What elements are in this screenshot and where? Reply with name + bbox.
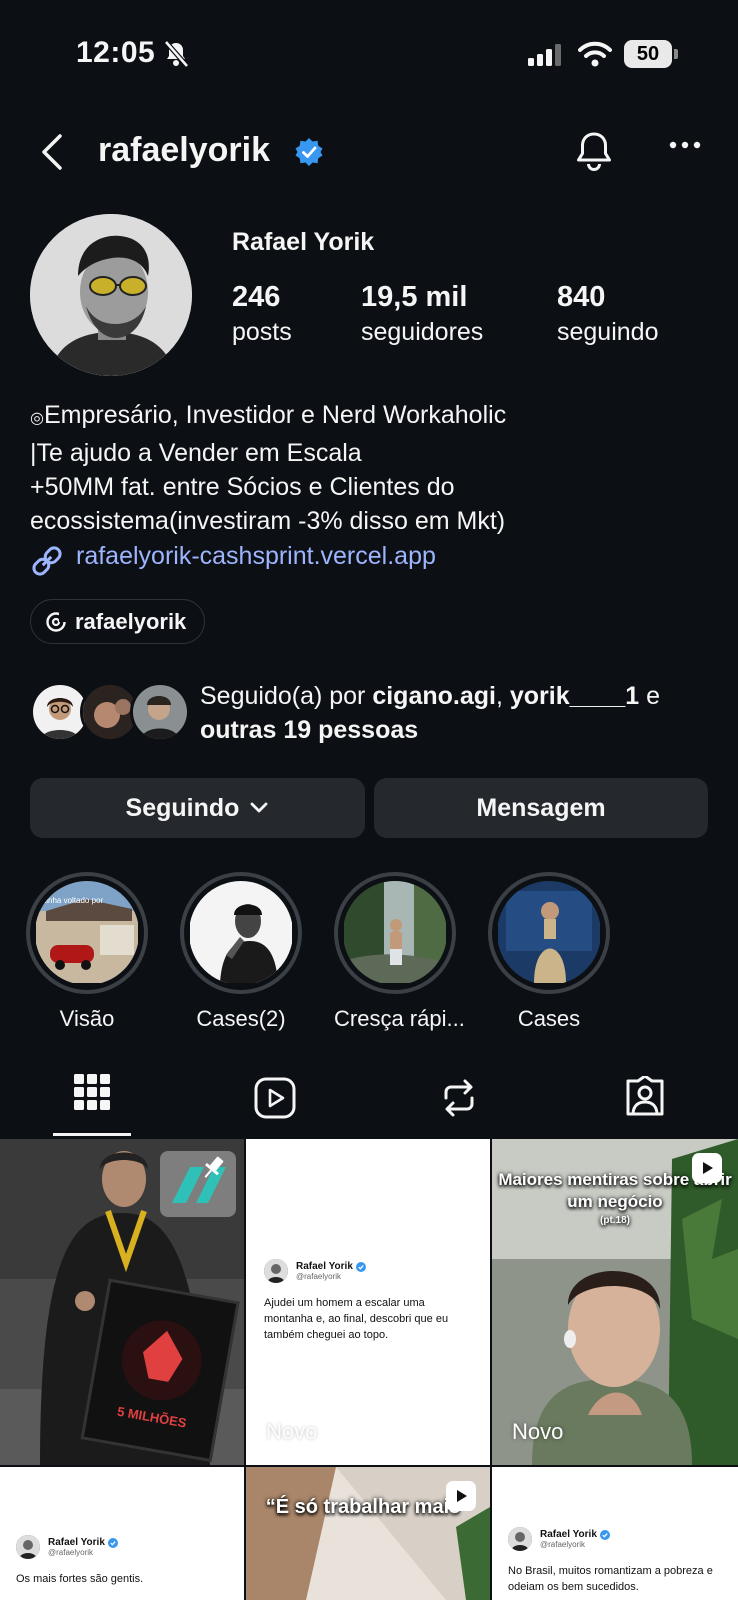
post-tweet-montanha[interactable]: Rafael Yorik @rafaelyorik Ajudei um home…: [246, 1139, 490, 1465]
notifications-bell-icon[interactable]: [574, 130, 614, 172]
tweet-text: Ajudei um homem a escalar uma montanha e…: [264, 1297, 449, 1341]
following-button[interactable]: Seguindo: [30, 778, 365, 838]
profile-link[interactable]: rafaelyorik-cashsprint.vercel.app: [76, 542, 436, 571]
active-tab-indicator: [53, 1133, 131, 1136]
following-label: Seguindo: [125, 793, 240, 822]
highlight-cases[interactable]: Cases: [488, 872, 610, 1032]
following-count[interactable]: 840: [557, 281, 605, 314]
profile-bio: ◎Empresário, Investidor e Nerd Workaholi…: [30, 398, 720, 538]
post-tweet-gentis[interactable]: Rafael Yorik @rafaelyorik Os mais fortes…: [0, 1467, 244, 1600]
status-time: 12:05: [76, 36, 156, 69]
verified-badge-icon: [355, 1261, 366, 1272]
reel-subtitle: (pt.18): [600, 1215, 630, 1226]
reels-icon[interactable]: [254, 1077, 296, 1119]
pinned-icon: [204, 1156, 224, 1178]
highlight-overlay-text: tinha voltado por: [44, 896, 103, 905]
highlight-cover: [189, 881, 293, 985]
new-post-badge: Novo: [512, 1419, 564, 1444]
highlight-ring: [488, 872, 610, 994]
highlight-cresca-rapido[interactable]: Cresça rápi...: [334, 872, 465, 1032]
followed-by-prefix: Seguido(a) por: [200, 682, 373, 710]
followed-by-text[interactable]: Seguido(a) por cigano.agi, yorik____1 e …: [200, 679, 710, 747]
verified-badge-icon: [107, 1537, 118, 1548]
threads-icon: [46, 611, 67, 632]
tweet-avatar: [264, 1259, 288, 1283]
highlight-ring: tinha voltado por: [26, 872, 148, 994]
reel-icon: [692, 1153, 722, 1183]
followed-by-separator: ,: [495, 682, 510, 710]
highlight-cover: [497, 881, 601, 985]
tweet-name: Rafael Yorik: [540, 1529, 597, 1540]
back-arrow-icon[interactable]: [38, 133, 66, 171]
tweet-header: Rafael Yorik @rafaelyorik: [16, 1535, 118, 1559]
battery-indicator: 50: [624, 40, 672, 68]
target-icon: ◎: [30, 410, 44, 427]
reel-title: “É só trabalhar mais”: [265, 1496, 471, 1518]
followers-count[interactable]: 19,5 mil: [361, 281, 467, 314]
highlight-label: Cases: [517, 1006, 581, 1031]
post-reel-trabalhar[interactable]: “É só trabalhar mais”: [246, 1467, 490, 1600]
post-reel-mentiras[interactable]: Maiores mentiras sobre abrir um negócio …: [492, 1139, 738, 1465]
threads-handle: rafaelyorik: [75, 608, 187, 634]
grid-icon[interactable]: [74, 1074, 110, 1110]
tweet-name: Rafael Yorik: [48, 1537, 105, 1548]
verified-badge-icon: [599, 1529, 610, 1540]
reel-icon: [446, 1481, 476, 1511]
mutual-followers-avatars[interactable]: [30, 682, 190, 742]
tweet-header: Rafael Yorik @rafaelyorik: [508, 1527, 610, 1551]
mutual-avatar: [130, 682, 190, 742]
highlight-label: Cases(2): [196, 1006, 286, 1031]
more-options-icon[interactable]: [669, 140, 701, 150]
tweet-handle: @rafaelyorik: [296, 1272, 342, 1281]
highlight-visao[interactable]: tinha voltado por Visão: [26, 872, 148, 1032]
tweet-handle: @rafaelyorik: [48, 1548, 94, 1557]
tweet-text: No Brasil, muitos romantizam a pobreza e…: [508, 1565, 713, 1593]
post-award-photo[interactable]: 5 MILHÕES: [0, 1139, 244, 1465]
following-label[interactable]: seguindo: [557, 318, 658, 347]
link-icon: [32, 546, 62, 576]
followers-label[interactable]: seguidores: [361, 318, 483, 347]
posts-count[interactable]: 246: [232, 281, 280, 314]
posts-label[interactable]: posts: [232, 318, 292, 347]
post-tweet-pobreza[interactable]: Rafael Yorik @rafaelyorik No Brasil, mui…: [492, 1467, 738, 1600]
wifi-icon: [578, 41, 612, 67]
mutual-user-1[interactable]: cigano.agi: [372, 682, 496, 710]
tweet-text: Os mais fortes são gentis.: [16, 1573, 144, 1585]
tweet-name: Rafael Yorik: [296, 1261, 353, 1272]
bio-text: Empresário, Investidor e Nerd Workaholic…: [30, 401, 507, 535]
message-button[interactable]: Mensagem: [374, 778, 708, 838]
highlight-label: Cresça rápi...: [334, 1006, 465, 1031]
tweet-handle: @rafaelyorik: [540, 1540, 586, 1549]
chevron-down-icon: [251, 802, 268, 813]
highlight-ring: [180, 872, 302, 994]
reposts-icon[interactable]: [440, 1078, 478, 1118]
profile-full-name: Rafael Yorik: [232, 228, 375, 256]
new-post-badge: Novo: [266, 1419, 318, 1444]
highlight-ring: [334, 872, 456, 994]
threads-badge[interactable]: rafaelyorik: [30, 599, 206, 644]
highlight-cover: [343, 881, 447, 985]
tweet-avatar: [508, 1527, 532, 1551]
signal-icon: [528, 44, 561, 66]
followed-by-conj: e: [639, 682, 661, 710]
highlight-cases-2[interactable]: Cases(2): [180, 872, 302, 1032]
verified-badge-icon: [295, 138, 323, 166]
profile-username: rafaelyorik: [98, 131, 270, 169]
profile-avatar[interactable]: [30, 214, 192, 376]
highlight-cover: tinha voltado por: [35, 881, 139, 985]
mutual-others[interactable]: outras 19 pessoas: [200, 716, 418, 744]
tagged-icon[interactable]: [624, 1076, 666, 1118]
bell-muted-icon: [164, 40, 189, 68]
tweet-header: Rafael Yorik @rafaelyorik: [264, 1259, 366, 1283]
battery-nub: [674, 49, 678, 59]
highlight-label: Visão: [59, 1006, 115, 1031]
mutual-user-2[interactable]: yorik____1: [510, 682, 639, 710]
tweet-avatar: [16, 1535, 40, 1559]
